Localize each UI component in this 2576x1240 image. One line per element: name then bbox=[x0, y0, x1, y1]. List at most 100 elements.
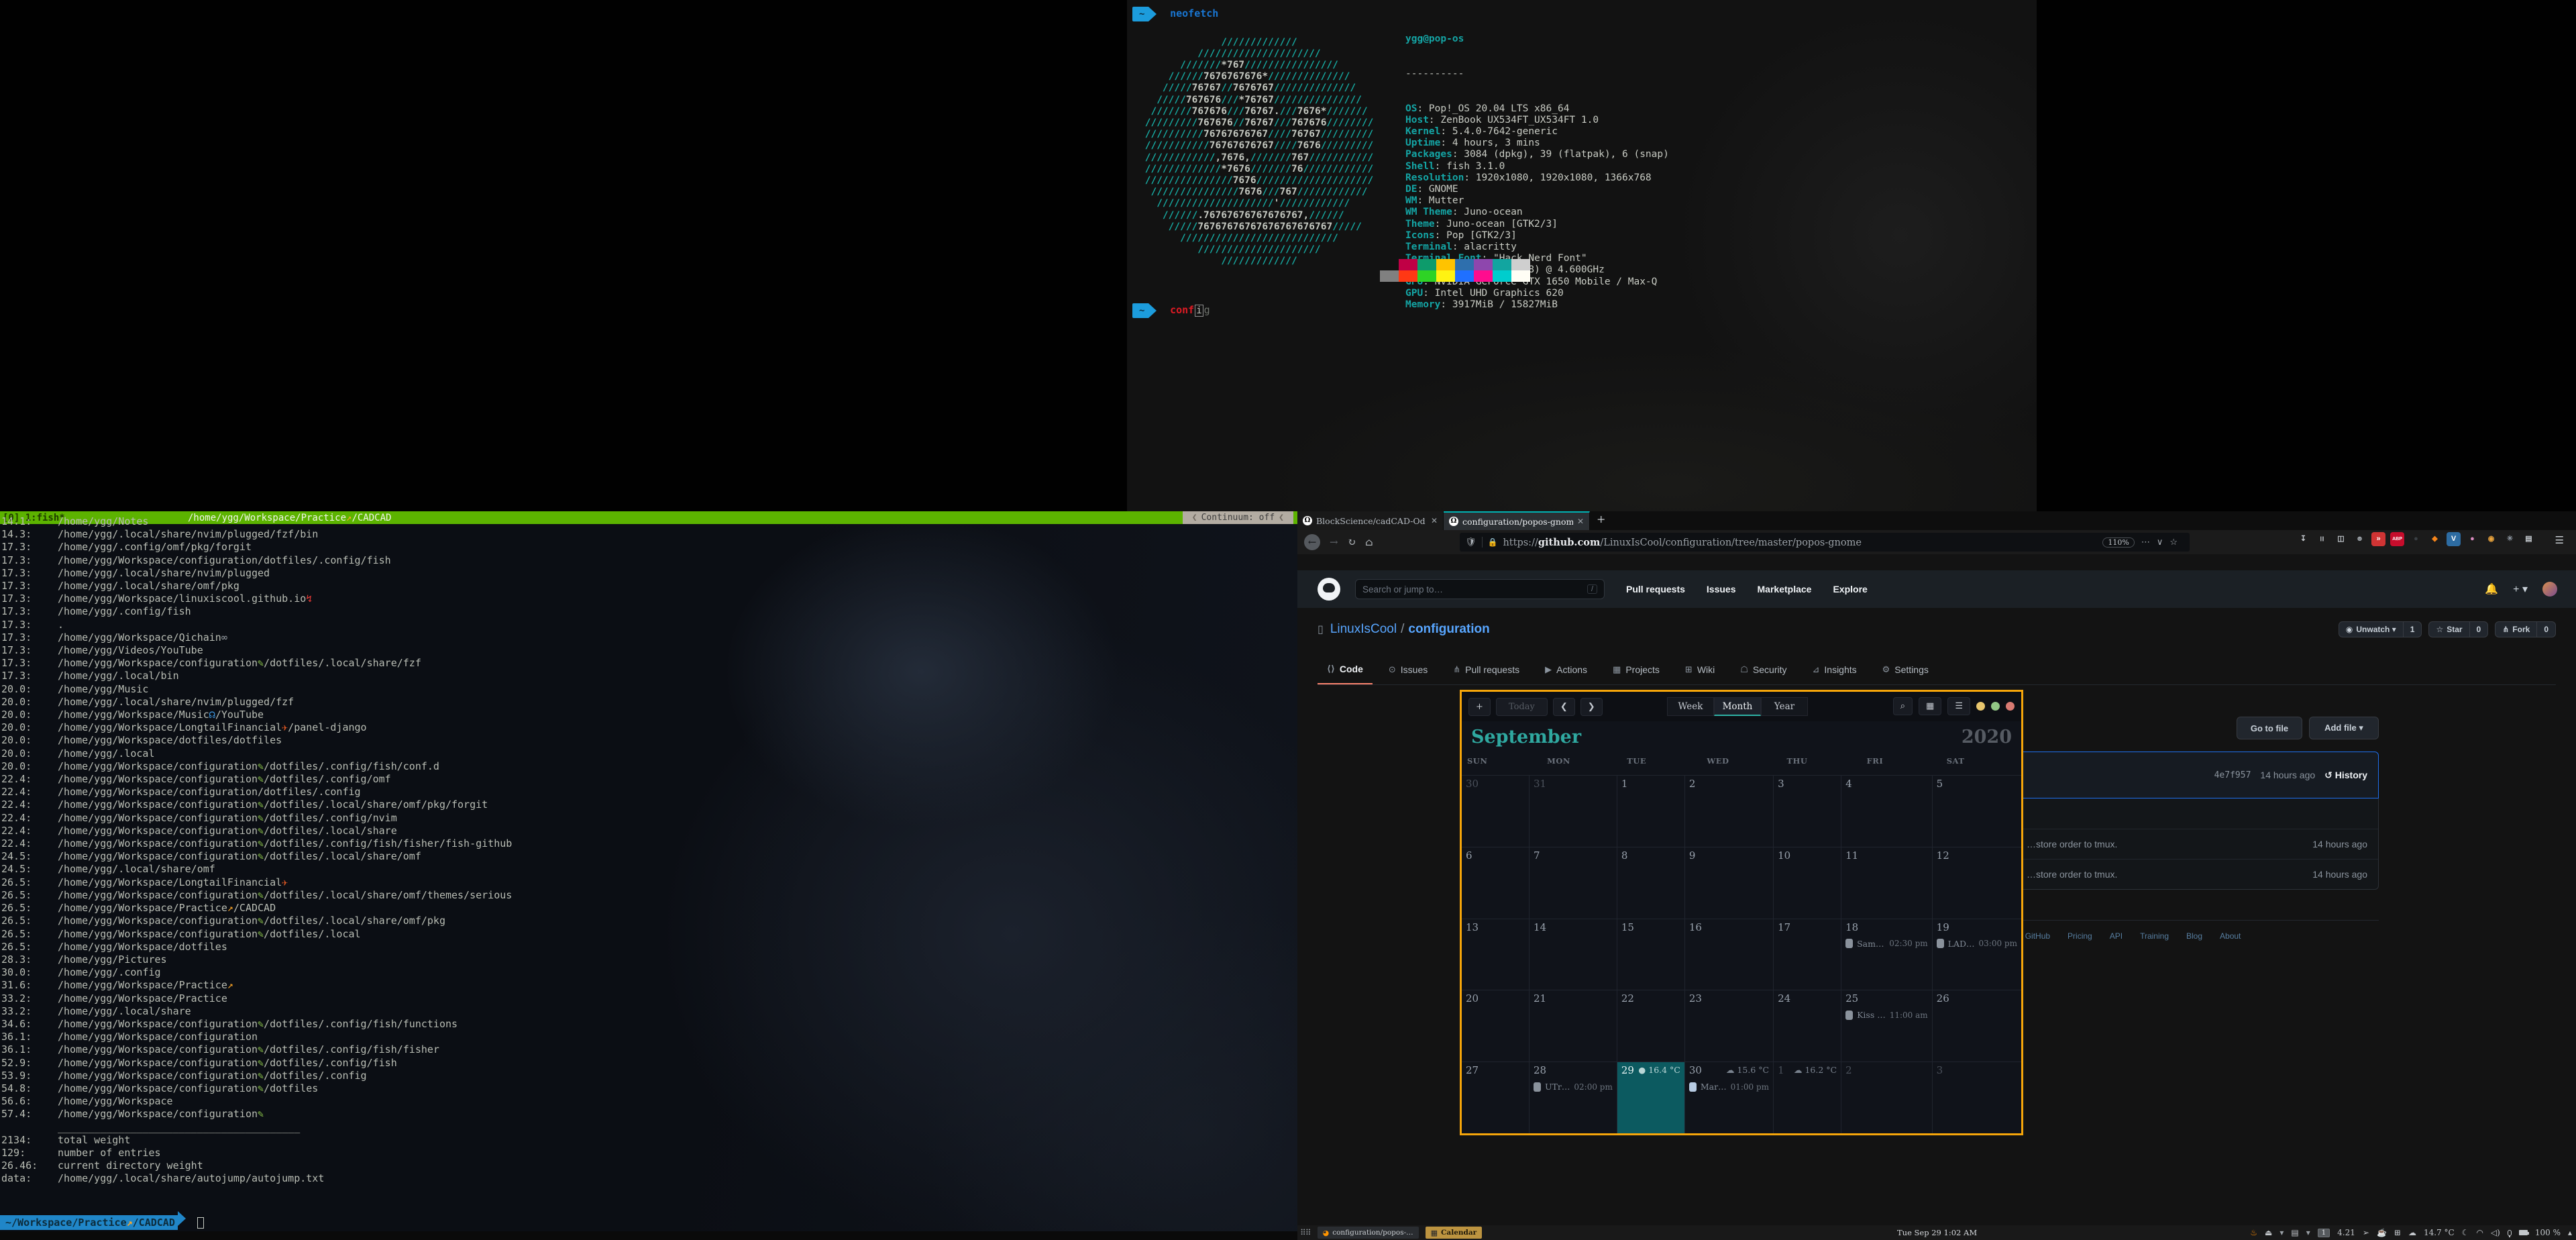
day-cell[interactable]: 30 bbox=[1462, 775, 1529, 847]
repo-tab-security[interactable]: ☖Security bbox=[1731, 654, 1796, 684]
footer-link[interactable]: Pricing bbox=[2068, 931, 2092, 941]
download-icon[interactable]: ↧ bbox=[2296, 532, 2310, 546]
battery-value[interactable]: 100 % bbox=[2535, 1228, 2561, 1237]
battery-icon[interactable] bbox=[2519, 1230, 2528, 1235]
day-cell[interactable]: 13 bbox=[1462, 919, 1529, 990]
menu-hamburger-icon[interactable]: ☰ bbox=[2555, 534, 2564, 546]
repo-tab-pull-requests[interactable]: ⋔Pull requests bbox=[1444, 654, 1529, 684]
red-play-icon[interactable]: » bbox=[2371, 532, 2385, 546]
github-logo-icon[interactable] bbox=[1318, 578, 1340, 601]
window-dot-icon[interactable] bbox=[2006, 702, 2015, 711]
view-week[interactable]: Week bbox=[1667, 697, 1714, 716]
next-month-button[interactable]: ❯ bbox=[1580, 698, 1603, 716]
eject-caret-icon[interactable]: ▾ bbox=[2279, 1228, 2284, 1237]
load-value[interactable]: 4.21 bbox=[2337, 1228, 2355, 1237]
home-button[interactable]: ⌂ bbox=[1365, 536, 1373, 548]
url-bar[interactable]: 🛡 🔒 https://github.com/LinuxIsCool/confi… bbox=[1460, 533, 2190, 552]
workspace-badge[interactable]: 1 bbox=[2318, 1229, 2330, 1237]
day-cell[interactable]: 24 bbox=[1774, 990, 1841, 1062]
sidebar-icon[interactable]: ◫ bbox=[2334, 532, 2348, 546]
github-nav-issues[interactable]: Issues bbox=[1707, 584, 1736, 595]
temperature-value[interactable]: 14.7 °C bbox=[2424, 1228, 2455, 1237]
reload-button[interactable]: ↻ bbox=[1348, 536, 1356, 548]
day-cell[interactable]: 4 bbox=[1841, 775, 1933, 847]
github-nav-explore[interactable]: Explore bbox=[1833, 584, 1867, 595]
day-cell[interactable]: 8 bbox=[1617, 847, 1685, 919]
calendar-event[interactable]: Kiss …11:00 am bbox=[1845, 1010, 1928, 1020]
repo-tab-issues[interactable]: ⊙Issues bbox=[1379, 654, 1437, 684]
window-button-configuration-popos-[interactable]: ◕configuration/popos-… bbox=[1318, 1227, 1419, 1239]
url-text[interactable]: https://github.com/LinuxIsCool/configura… bbox=[1503, 537, 2102, 548]
commit-sha[interactable]: 4e7f957 bbox=[2214, 770, 2251, 780]
day-cell[interactable]: 20 bbox=[1462, 990, 1529, 1062]
calendar-event[interactable]: UTr…02:00 pm bbox=[1534, 1082, 1613, 1092]
day-cell[interactable]: 1 bbox=[1617, 775, 1685, 847]
browser-tab[interactable]: Ω BlockScience/cadCAD-Od ✕ bbox=[1297, 511, 1444, 530]
day-cell[interactable]: 5 bbox=[1933, 775, 2021, 847]
repo-tab-settings[interactable]: ⚙Settings bbox=[1873, 654, 1938, 684]
add-file-button[interactable]: Add file ▾ bbox=[2309, 717, 2379, 739]
autojump-terminal[interactable]: 14.1:/home/ygg/Notes14.3:/home/ygg/.loca… bbox=[0, 511, 1297, 1240]
library-icon[interactable]: ||| bbox=[2315, 532, 2329, 546]
flame-icon[interactable]: ♨ bbox=[2250, 1228, 2257, 1237]
caret-up-icon[interactable]: ▴ bbox=[2568, 1228, 2572, 1237]
footer-link[interactable]: Blog bbox=[2186, 931, 2202, 941]
vimium-icon[interactable]: V bbox=[2447, 532, 2461, 546]
day-cell[interactable]: 22 bbox=[1617, 990, 1685, 1062]
github-nav-pull-requests[interactable]: Pull requests bbox=[1626, 584, 1685, 595]
calendar-event[interactable]: Sam…02:30 pm bbox=[1845, 939, 1928, 949]
goto-file-button[interactable]: Go to file bbox=[2237, 717, 2302, 739]
menu-icon[interactable]: ☰ bbox=[1947, 697, 1970, 715]
day-cell[interactable]: 15 bbox=[1617, 919, 1685, 990]
eject-icon[interactable]: ⏏ bbox=[2265, 1228, 2272, 1237]
day-cell[interactable]: 6 bbox=[1462, 847, 1529, 919]
today-button[interactable]: Today bbox=[1496, 698, 1548, 716]
day-cell[interactable]: 18 Sam…02:30 pm bbox=[1841, 919, 1933, 990]
wifi-icon[interactable]: ◠ bbox=[2476, 1228, 2483, 1237]
fish-prompt-line-2[interactable]: ~ config bbox=[1132, 303, 1210, 318]
metamask-icon[interactable]: ◆ bbox=[2428, 532, 2442, 546]
cat-icon[interactable]: ● bbox=[2409, 532, 2423, 546]
close-tab-icon[interactable]: ✕ bbox=[1431, 516, 1438, 525]
create-new-button[interactable]: + ▾ bbox=[2513, 582, 2528, 596]
nightlight-icon[interactable]: ☾ bbox=[2462, 1228, 2469, 1237]
volume-icon[interactable]: ◁) bbox=[2491, 1228, 2500, 1237]
day-cell[interactable]: 2 bbox=[1841, 1062, 1933, 1133]
window-control-dots[interactable] bbox=[1976, 702, 2015, 711]
cloud-icon[interactable]: ☁ bbox=[2408, 1228, 2416, 1237]
day-cell[interactable]: 26 bbox=[1933, 990, 2021, 1062]
unwatch-button[interactable]: ◉Unwatch ▾ 1 bbox=[2339, 621, 2422, 637]
calendar-event[interactable]: LAD…03:00 pm bbox=[1937, 939, 2017, 949]
neofetch-terminal[interactable]: ~ neofetch ///////////// ///////////////… bbox=[1127, 0, 2037, 511]
day-cell[interactable]: 27 bbox=[1462, 1062, 1529, 1133]
clipboard-icon[interactable]: ▤ bbox=[2522, 532, 2536, 546]
notifications-bell-icon[interactable]: 🔔 bbox=[2485, 582, 2498, 596]
window-dot-icon[interactable] bbox=[1976, 702, 1985, 711]
day-cell[interactable]: 9 bbox=[1685, 847, 1774, 919]
clock[interactable]: Tue Sep 29 1:02 AM bbox=[1897, 1228, 1977, 1237]
repo-tab-insights[interactable]: ⊿Insights bbox=[1803, 654, 1866, 684]
day-cell[interactable]: 14 bbox=[1529, 919, 1617, 990]
add-event-button[interactable]: + bbox=[1468, 698, 1491, 716]
day-cell[interactable]: 10 bbox=[1774, 847, 1841, 919]
calendar-event[interactable]: Mar…01:00 pm bbox=[1689, 1082, 1769, 1092]
fish-powerline-prompt[interactable]: ~/Workspace/Practice↗/CADCAD bbox=[0, 1211, 204, 1226]
day-cell[interactable]: 31 bbox=[1529, 775, 1617, 847]
mic-icon[interactable] bbox=[2508, 1230, 2512, 1236]
zoom-level-badge[interactable]: 110% bbox=[2102, 537, 2134, 548]
day-cell[interactable]: 16 bbox=[1685, 919, 1774, 990]
close-tab-icon[interactable]: ✕ bbox=[1577, 517, 1584, 526]
footer-link[interactable]: Training bbox=[2140, 931, 2169, 941]
day-cell[interactable]: 30☁ 15.6 °C Mar…01:00 pm bbox=[1685, 1062, 1774, 1133]
coffee-icon[interactable]: ☕ bbox=[2377, 1228, 2387, 1237]
day-cell[interactable]: 25 Kiss …11:00 am bbox=[1841, 990, 1933, 1062]
history-button[interactable]: ↺ History bbox=[2324, 770, 2367, 781]
repo-tab-code[interactable]: ⟨⟩Code bbox=[1318, 654, 1373, 684]
bookmark-star-icon[interactable]: ☆ bbox=[2169, 537, 2178, 548]
file-row[interactable]: …store order to tmux.14 hours ago bbox=[1969, 859, 2378, 889]
footer-link[interactable]: API bbox=[2110, 931, 2123, 941]
windows-icon[interactable]: ⊞ bbox=[2394, 1228, 2401, 1237]
window-button-calendar[interactable]: ▦Calendar bbox=[1426, 1227, 1483, 1239]
day-cell[interactable]: 19 LAD…03:00 pm bbox=[1933, 919, 2021, 990]
adblock-plus-icon[interactable]: ABP bbox=[2390, 532, 2404, 546]
